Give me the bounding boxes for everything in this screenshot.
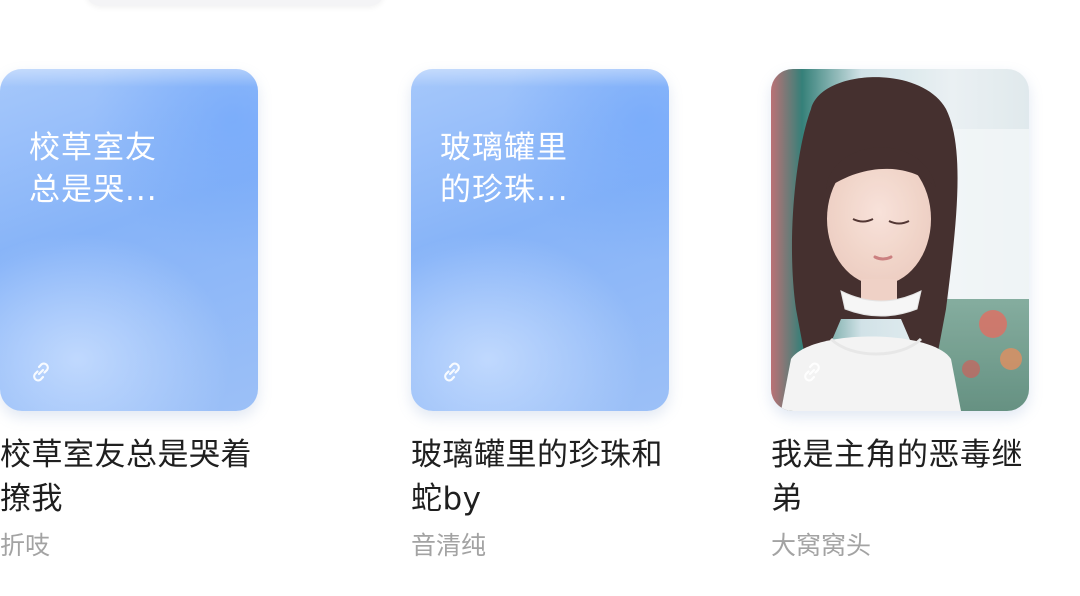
book-card-1[interactable]: 玻璃罐里 的珍珠... 玻璃罐里的珍珠和蛇by 音清纯 bbox=[411, 69, 669, 569]
cover-title: 玻璃罐里 的珍珠... bbox=[440, 127, 630, 211]
book-cover[interactable]: 校草室友 总是哭... bbox=[0, 69, 258, 411]
cover-title-line: 总是哭... bbox=[29, 172, 158, 208]
link-icon bbox=[804, 362, 820, 382]
cover-title-line: 的珍珠... bbox=[440, 172, 569, 208]
book-cover[interactable] bbox=[771, 69, 1029, 411]
link-icon bbox=[444, 362, 460, 382]
cover-title-line: 校草室友 bbox=[29, 130, 157, 166]
previous-card-bottom-edge bbox=[85, 0, 385, 6]
book-author: 折吱 bbox=[0, 531, 51, 560]
book-author: 音清纯 bbox=[411, 531, 487, 560]
book-author: 大窝窝头 bbox=[771, 531, 872, 560]
book-title[interactable]: 校草室友总是哭着撩我 bbox=[0, 433, 258, 521]
book-card-3[interactable]: 校草室友 总是哭... 校草室友总是哭着撩我 折吱 bbox=[0, 69, 258, 569]
cover-title-line: 玻璃罐里 bbox=[440, 130, 568, 166]
book-cover[interactable]: 玻璃罐里 的珍珠... bbox=[411, 69, 669, 411]
book-title[interactable]: 我是主角的恶毒继弟 bbox=[771, 433, 1029, 521]
link-icon bbox=[33, 362, 49, 382]
book-card-2[interactable]: 我是主角的恶毒继弟 大窝窝头 bbox=[771, 69, 1029, 569]
book-title[interactable]: 玻璃罐里的珍珠和蛇by bbox=[411, 433, 669, 521]
cover-title: 校草室友 总是哭... bbox=[29, 127, 219, 211]
